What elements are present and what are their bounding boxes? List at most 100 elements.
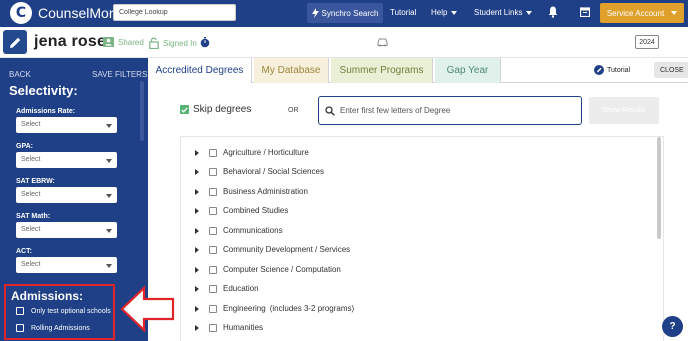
- degree-search-placeholder: Enter first few letters of Degree: [340, 106, 451, 115]
- service-account-button[interactable]: Service Account: [600, 3, 684, 23]
- rolling-admissions-option[interactable]: Rolling Admissions: [16, 324, 90, 332]
- chevron-right-icon[interactable]: [195, 168, 199, 175]
- chevron-down-icon: [451, 10, 458, 15]
- signed-in-status: Signed In: [149, 37, 197, 49]
- check-icon: [181, 107, 188, 113]
- chevron-down-icon: [106, 264, 112, 268]
- year-badge[interactable]: 2024: [635, 35, 659, 49]
- help-button[interactable]: ?: [662, 316, 683, 337]
- back-link[interactable]: BACK: [9, 70, 31, 79]
- pencil-circle-icon: [594, 65, 604, 75]
- degree-label: Computer Science / Computation: [223, 265, 341, 274]
- tutorial-link[interactable]: Tutorial: [594, 65, 630, 75]
- year-label: 2024: [639, 38, 655, 46]
- show-results-button[interactable]: Show Results: [589, 97, 659, 124]
- clock-icon[interactable]: [200, 37, 210, 48]
- degree-checkbox[interactable]: [209, 167, 217, 176]
- list-item[interactable]: Humanities: [195, 323, 263, 332]
- chevron-right-icon[interactable]: [195, 305, 199, 312]
- degree-checkbox[interactable]: [209, 304, 217, 313]
- list-item[interactable]: Engineering (includes 3-2 programs): [195, 304, 354, 313]
- tab-accredited-degrees-label: Accredited Degrees: [155, 65, 244, 76]
- chevron-right-icon[interactable]: [195, 266, 199, 273]
- chevron-right-icon[interactable]: [195, 227, 199, 234]
- tab-gap-year-label: Gap Year: [446, 65, 489, 76]
- nav-tutorial[interactable]: Tutorial: [390, 8, 416, 17]
- test-optional-checkbox[interactable]: [16, 307, 24, 315]
- degree-checkbox[interactable]: [209, 323, 217, 332]
- gpa-select[interactable]: Select: [16, 152, 117, 168]
- nav-help[interactable]: Help: [431, 8, 458, 17]
- tab-summer-programs[interactable]: Summer Programs: [331, 58, 433, 83]
- logo-mark-icon: C: [10, 2, 32, 24]
- nav-student-links[interactable]: Student Links: [474, 8, 533, 17]
- chevron-right-icon[interactable]: [195, 207, 199, 214]
- chevron-right-icon[interactable]: [195, 246, 199, 253]
- chevron-down-icon: [106, 229, 112, 233]
- list-item[interactable]: Computer Science / Computation: [195, 265, 341, 274]
- degree-checkbox[interactable]: [209, 284, 217, 293]
- act-select[interactable]: Select: [16, 257, 117, 273]
- lightning-icon: [311, 8, 319, 18]
- tab-accredited-degrees[interactable]: Accredited Degrees: [148, 58, 252, 83]
- synchro-search-button[interactable]: Synchro Search: [307, 3, 383, 23]
- test-optional-label: Only test optional schools: [31, 307, 111, 315]
- chevron-right-icon[interactable]: [195, 149, 199, 156]
- degree-checkbox[interactable]: [209, 206, 217, 215]
- degree-note: (includes 3-2 programs): [269, 304, 355, 313]
- sat-math-value: Select: [21, 226, 41, 233]
- degree-checkbox[interactable]: [209, 148, 217, 157]
- chevron-down-icon: [671, 11, 678, 15]
- app-logo[interactable]: C CounselMore: [10, 2, 121, 24]
- pencil-icon: [9, 37, 20, 48]
- list-item[interactable]: Behavioral / Social Sciences: [195, 167, 324, 176]
- rolling-admissions-checkbox[interactable]: [16, 324, 24, 332]
- edit-profile-button[interactable]: [3, 30, 27, 54]
- tab-my-database[interactable]: My Database: [254, 58, 329, 83]
- admissions-rate-select[interactable]: Select: [16, 117, 117, 133]
- chevron-right-icon[interactable]: [195, 324, 199, 331]
- list-item[interactable]: Education: [195, 284, 259, 293]
- list-item[interactable]: Agriculture / Horticulture: [195, 148, 309, 157]
- list-item[interactable]: Business Administration: [195, 187, 308, 196]
- list-item[interactable]: Community Development / Services: [195, 245, 350, 254]
- sat-math-label: SAT Math:: [16, 213, 51, 220]
- degree-list-scrollbar[interactable]: [657, 137, 661, 239]
- admissions-heading: Admissions:: [11, 289, 84, 303]
- chevron-right-icon[interactable]: [195, 188, 199, 195]
- sidebar-scrollbar[interactable]: [140, 81, 144, 141]
- list-item[interactable]: Combined Studies: [195, 206, 288, 215]
- logo-text: CounselMore: [38, 5, 122, 21]
- act-value: Select: [21, 261, 41, 268]
- degree-checkbox[interactable]: [209, 226, 217, 235]
- service-account-label: Service Account: [606, 8, 665, 18]
- chevron-down-icon: [526, 10, 533, 15]
- degree-checkbox[interactable]: [209, 265, 217, 274]
- selectivity-heading: Selectivity:: [9, 83, 78, 98]
- list-item[interactable]: Communications: [195, 226, 283, 235]
- sat-math-select[interactable]: Select: [16, 222, 117, 238]
- help-label: ?: [669, 321, 676, 332]
- car-icon[interactable]: [377, 38, 388, 47]
- degree-search-input[interactable]: Enter first few letters of Degree: [318, 96, 582, 125]
- tab-gap-year[interactable]: Gap Year: [435, 58, 501, 83]
- college-lookup-input[interactable]: [113, 4, 236, 21]
- skip-degrees-label: Skip degrees: [193, 104, 252, 115]
- skip-degrees-option[interactable]: Skip degrees: [180, 104, 251, 115]
- skip-degrees-checkbox[interactable]: [180, 105, 189, 114]
- admissions-rate-label: Admissions Rate:: [16, 108, 76, 115]
- calendar-icon[interactable]: [580, 7, 590, 17]
- degree-checkbox[interactable]: [209, 187, 217, 196]
- degree-label: Agriculture / Horticulture: [223, 148, 309, 157]
- close-label: CLOSE: [660, 66, 684, 74]
- sat-ebrw-select[interactable]: Select: [16, 187, 117, 203]
- save-filters-link[interactable]: SAVE FILTERS: [92, 70, 147, 79]
- tutorial-label: Tutorial: [607, 66, 631, 74]
- bell-icon[interactable]: [548, 6, 558, 18]
- chevron-right-icon[interactable]: [195, 285, 199, 292]
- test-optional-option[interactable]: Only test optional schools: [16, 307, 111, 315]
- close-button[interactable]: CLOSE: [654, 62, 688, 78]
- degree-label: Business Administration: [223, 187, 308, 196]
- degree-checkbox[interactable]: [209, 245, 217, 254]
- tab-bar: Accredited Degrees My Database Summer Pr…: [148, 58, 688, 83]
